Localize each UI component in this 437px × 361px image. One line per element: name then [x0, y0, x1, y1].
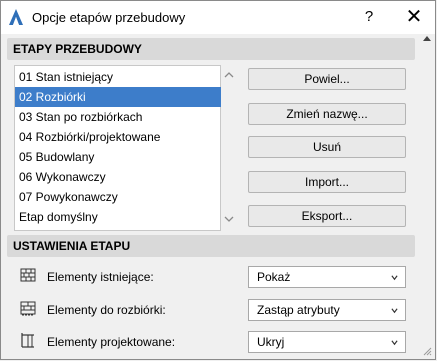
chevron-down-icon — [391, 308, 398, 314]
list-item[interactable]: 04 Rozbiórki/projektowane — [15, 127, 221, 147]
chevron-down-icon — [391, 275, 398, 281]
resize-grip-icon[interactable] — [422, 346, 432, 356]
list-item[interactable]: 03 Stan po rozbiórkach — [15, 107, 221, 127]
existing-elements-icon — [20, 268, 36, 282]
list-scrollbar[interactable] — [223, 65, 235, 231]
delete-button[interactable]: Usuń — [248, 136, 406, 158]
panel-scroll-up-icon[interactable] — [423, 36, 431, 41]
new-elements-value: Ukryj — [257, 335, 285, 349]
new-elements-label: Elementy projektowane: — [47, 335, 176, 349]
phases-section-header[interactable]: ETAPY PRZEBUDOWY — [7, 38, 415, 60]
close-button[interactable]: ✕ — [400, 4, 428, 30]
list-item[interactable]: 07 Powykonawczy — [15, 187, 221, 207]
demolish-elements-select[interactable]: Zastąp atrybuty — [248, 299, 406, 321]
demolish-elements-value: Zastąp atrybuty — [257, 303, 340, 317]
list-item[interactable]: Etap domyślny — [15, 207, 221, 227]
archicad-logo-icon — [9, 9, 23, 25]
list-item[interactable]: 06 Wykonawczy — [15, 167, 221, 187]
reno-phase-options-dialog: Opcje etapów przebudowy ? ✕ ETAPY PRZEBU… — [0, 0, 436, 360]
chevron-down-icon[interactable] — [223, 215, 235, 223]
help-button[interactable]: ? — [355, 4, 383, 30]
window-title: Opcje etapów przebudowy — [32, 10, 186, 25]
import-button[interactable]: Import... — [248, 171, 406, 193]
export-button[interactable]: Eksport... — [248, 205, 406, 227]
existing-elements-select[interactable]: Pokaż — [248, 266, 406, 288]
existing-elements-label: Elementy istniejące: — [47, 270, 154, 284]
chevron-up-icon[interactable] — [223, 71, 235, 79]
list-item[interactable]: 05 Budowlany — [15, 147, 221, 167]
demolish-elements-label: Elementy do rozbiórki: — [47, 303, 166, 317]
rename-button[interactable]: Zmień nazwę... — [248, 103, 406, 125]
list-item[interactable]: 02 Rozbiórki — [15, 87, 221, 107]
chevron-down-icon — [391, 340, 398, 346]
phases-list[interactable]: 01 Stan istniejący 02 Rozbiórki 03 Stan … — [14, 65, 221, 231]
demolish-elements-icon — [20, 301, 36, 316]
title-bar: Opcje etapów przebudowy ? ✕ — [1, 1, 435, 34]
list-item[interactable]: 01 Stan istniejący — [15, 67, 221, 87]
duplicate-button[interactable]: Powiel... — [248, 68, 406, 90]
new-elements-icon — [21, 333, 34, 348]
existing-elements-value: Pokaż — [257, 270, 291, 284]
settings-section-header[interactable]: USTAWIENIA ETAPU — [7, 235, 415, 257]
new-elements-select[interactable]: Ukryj — [248, 331, 406, 353]
